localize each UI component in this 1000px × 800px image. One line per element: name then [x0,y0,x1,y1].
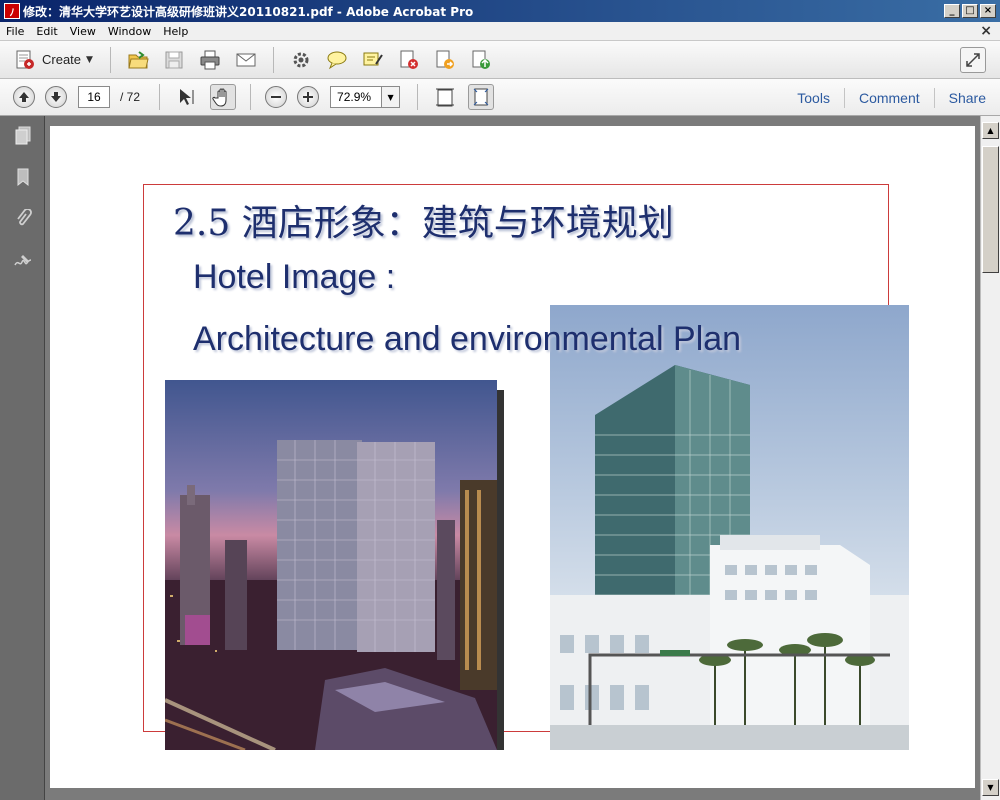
toolbar-divider [109,46,111,73]
export-icon [436,50,454,69]
create-pdf-icon [16,50,34,69]
fit-width-icon [436,88,455,107]
comment-button[interactable] [324,47,350,73]
minimize-button[interactable]: _ [944,4,960,18]
triangle-up-icon: ▲ [987,126,994,135]
comment-icon [327,51,347,69]
bookmark-icon [17,168,29,187]
create-button[interactable]: Create ▼ [14,46,101,74]
toolbar-divider [250,84,252,110]
arrow-up-icon [19,92,29,102]
hotel-photo-las-vegas [165,380,497,750]
tools-link[interactable]: Tools [783,88,844,108]
settings-icon [293,52,309,67]
menu-window[interactable]: Window [102,25,157,38]
delete-page-button[interactable] [396,47,422,73]
create-label: Create [42,52,82,67]
print-button[interactable] [197,47,223,73]
document-view[interactable]: 2.5 酒店形象：建筑与环境规划 Hotel Image : Architect… [45,116,980,800]
attachments-button[interactable] [12,208,34,230]
cursor-select-icon [180,89,194,105]
maximize-button[interactable]: □ [962,4,978,18]
email-icon [236,53,256,66]
slide-title: 2.5 酒店形象：建筑与环境规划 [173,203,674,244]
window-titlebar: ﾉ 修改：清华大学环艺设计高级研修班讲义20110821.pdf - Adobe… [0,0,1000,22]
chevron-down-icon: ▼ [387,92,394,102]
main-toolbar: Create ▼ [0,41,1000,79]
next-page-button[interactable] [45,86,67,108]
scroll-up-button[interactable]: ▲ [982,122,999,139]
navigation-toolbar: 16 / 72 72.9% ▼ Tools Comment Share [0,79,1000,116]
page-total: / 72 [120,90,141,104]
email-button[interactable] [233,47,259,73]
fit-page-icon [473,88,489,106]
share-export-icon [472,50,490,69]
fit-page-button[interactable] [468,84,495,110]
zoom-dropdown-button[interactable]: ▼ [382,86,401,108]
signature-icon [14,255,32,266]
fit-width-button[interactable] [432,84,458,110]
arrow-down-icon [51,92,61,102]
paperclip-icon [17,209,32,226]
highlight-button[interactable] [360,47,386,73]
expand-icon [966,53,980,67]
toolbar-divider [417,84,419,110]
print-icon [200,50,220,69]
document-close-icon[interactable]: × [980,23,992,39]
signatures-button[interactable] [12,250,34,272]
select-tool-button[interactable] [174,84,200,110]
pdf-icon: ﾉ [4,3,20,19]
menu-view[interactable]: View [64,25,102,38]
open-folder-button[interactable] [125,47,151,73]
page-thumbnails-button[interactable] [12,124,34,146]
share-export-button[interactable] [468,47,494,73]
menu-file[interactable]: File [0,25,30,38]
save-button[interactable] [161,47,187,73]
slide-subtitle-line1: Hotel Image : [193,258,396,296]
open-folder-icon [128,50,149,68]
highlight-icon [363,52,383,65]
export-button[interactable] [432,47,458,73]
hand-tool-button[interactable] [210,84,237,110]
close-button[interactable]: × [980,4,996,18]
chevron-down-icon: ▼ [86,54,93,65]
plus-icon [303,92,314,102]
scroll-down-button[interactable]: ▼ [982,779,999,796]
window-title: 修改：清华大学环艺设计高级研修班讲义20110821.pdf - Adobe A… [23,4,474,19]
hotel-photo-miami [550,305,909,750]
navigation-panel [0,116,45,800]
zoom-in-button[interactable] [297,86,320,108]
menu-bar: File Edit View Window Help × [0,22,1000,41]
minus-icon [271,96,282,98]
slide-subtitle-line2: Architecture and environmental Plan [193,320,742,358]
menu-edit[interactable]: Edit [30,25,63,38]
bookmarks-button[interactable] [12,166,34,188]
delete-page-icon [400,50,418,69]
page-number-input[interactable]: 16 [78,86,110,108]
zoom-level-input[interactable]: 72.9% [330,86,383,108]
save-icon [165,51,183,68]
pages-icon [15,126,31,145]
previous-page-button[interactable] [13,86,35,108]
vertical-scrollbar[interactable]: ▲ ▼ [980,116,1000,800]
share-link[interactable]: Share [933,87,1000,108]
toolbar-divider [272,46,274,73]
photo-shadow [496,390,504,750]
zoom-out-button[interactable] [265,86,288,108]
toolbar-divider [159,84,161,110]
pdf-page: 2.5 酒店形象：建筑与环境规划 Hotel Image : Architect… [50,126,975,788]
settings-button[interactable] [288,47,314,73]
scroll-thumb[interactable] [982,146,999,273]
triangle-down-icon: ▼ [987,783,994,792]
fullscreen-button[interactable] [960,47,986,73]
comment-link[interactable]: Comment [843,87,934,108]
hand-icon [212,88,227,107]
menu-help[interactable]: Help [157,25,194,38]
